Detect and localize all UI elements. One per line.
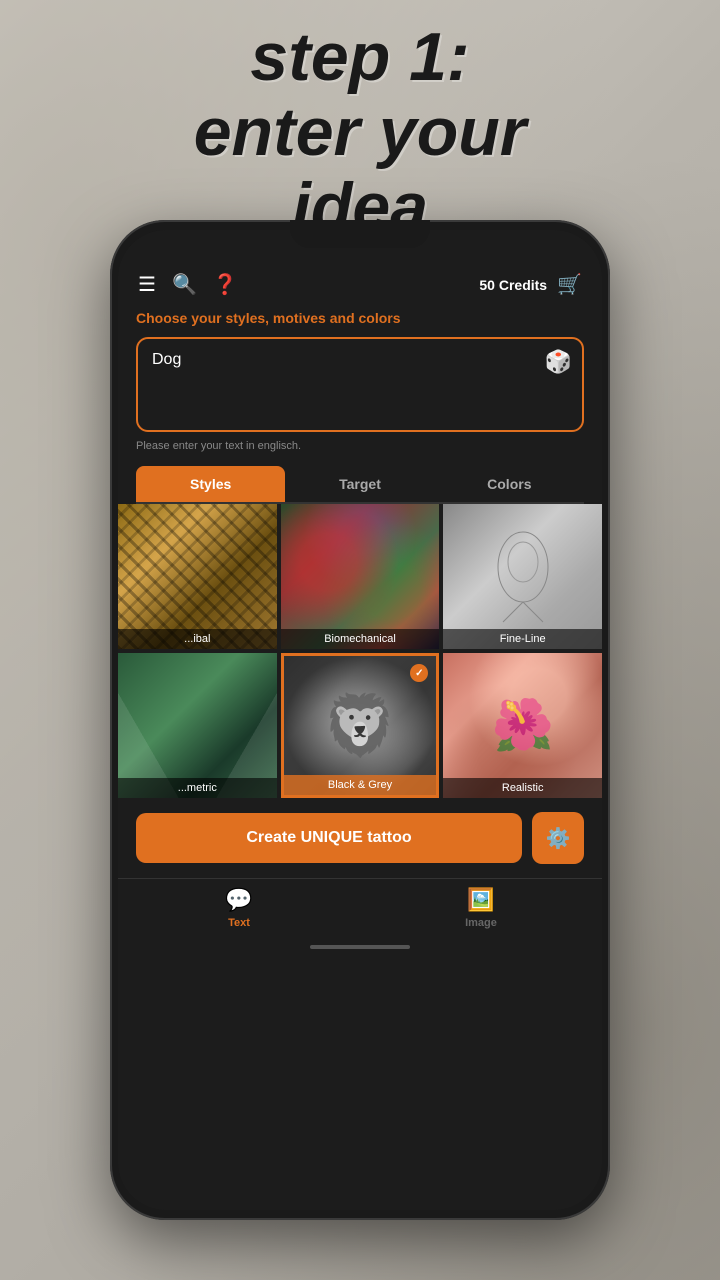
style-label-black-grey: Black & Grey (284, 775, 437, 795)
cart-icon[interactable]: 🛒 (557, 272, 582, 297)
settings-button[interactable]: ⚙️ (532, 812, 584, 864)
headline-section: step 1:enter youridea (0, 20, 720, 244)
style-realistic[interactable]: 🌺 Realistic (443, 653, 602, 798)
style-label-fine-line: Fine-Line (443, 629, 602, 649)
style-tabs: Styles Target Colors (136, 466, 584, 504)
lion-face: 🦁 (323, 690, 398, 761)
cta-area: Create UNIQUE tattoo ⚙️ (118, 798, 602, 878)
input-hint: Please enter your text in englisch. (136, 440, 584, 452)
style-label-realistic: Realistic (443, 778, 602, 798)
idea-input-container[interactable]: Dog 🎲 (136, 337, 584, 432)
image-nav-icon: 🖼️ (467, 887, 494, 913)
help-icon[interactable]: ❓ (213, 272, 238, 297)
idea-input-value: Dog (152, 351, 568, 369)
create-tattoo-button[interactable]: Create UNIQUE tattoo (136, 813, 522, 863)
text-nav-label: Text (228, 917, 250, 929)
image-nav-label: Image (465, 917, 497, 929)
phone-screen: ☰ 🔍 ❓ 50 Credits 🛒 Choose your styles, m… (118, 230, 602, 1210)
style-geometric[interactable]: ...metric (118, 653, 277, 798)
style-label-biomechanical: Biomechanical (281, 629, 440, 649)
style-tribal[interactable]: ...ibal (118, 504, 277, 649)
header-icons: ☰ 🔍 ❓ (138, 272, 238, 297)
style-biomechanical[interactable]: Biomechanical (281, 504, 440, 649)
choose-prompt: Choose your styles, motives and colors (136, 309, 584, 327)
bottom-nav: 💬 Text 🖼️ Image (118, 878, 602, 943)
style-label-tribal: ...ibal (118, 629, 277, 649)
menu-icon[interactable]: ☰ (138, 272, 156, 297)
text-nav-icon: 💬 (225, 887, 252, 913)
main-content: Choose your styles, motives and colors D… (118, 309, 602, 504)
style-black-grey[interactable]: 🦁 Black & Grey (281, 653, 440, 798)
screen-content: ☰ 🔍 ❓ 50 Credits 🛒 Choose your styles, m… (118, 230, 602, 1210)
home-bar (310, 945, 410, 949)
tab-styles[interactable]: Styles (136, 466, 285, 502)
style-label-geometric: ...metric (118, 778, 277, 798)
dice-icon[interactable]: 🎲 (545, 349, 572, 375)
header-right: 50 Credits 🛒 (479, 272, 582, 297)
tab-target[interactable]: Target (285, 466, 434, 502)
styles-grid: ...ibal Biomechanical (118, 504, 602, 798)
credits-display: 50 Credits (479, 277, 547, 293)
nav-image[interactable]: 🖼️ Image (360, 887, 602, 929)
headline-text: step 1:enter youridea (0, 20, 720, 244)
phone-notch (290, 220, 430, 248)
nav-text[interactable]: 💬 Text (118, 887, 360, 929)
home-indicator (118, 943, 602, 949)
phone-frame: ☰ 🔍 ❓ 50 Credits 🛒 Choose your styles, m… (110, 220, 610, 1220)
tab-colors[interactable]: Colors (435, 466, 584, 502)
settings-icon: ⚙️ (546, 826, 571, 851)
search-icon[interactable]: 🔍 (172, 272, 197, 297)
style-fine-line[interactable]: Fine-Line (443, 504, 602, 649)
